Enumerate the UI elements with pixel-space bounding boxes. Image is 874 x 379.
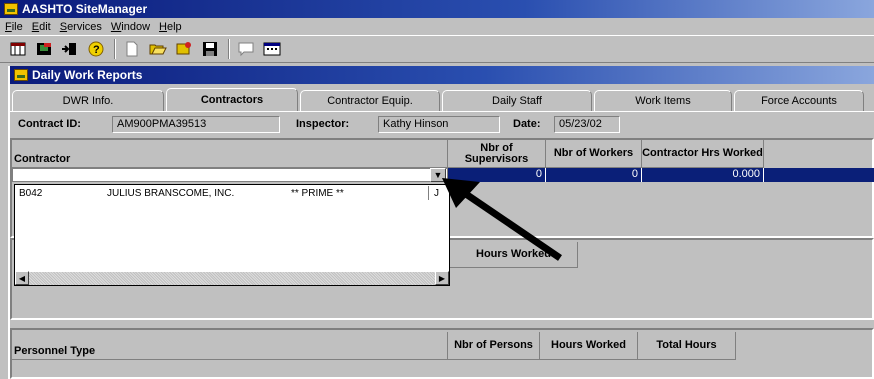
date-label: Date:: [513, 118, 541, 130]
col-header-nbr-persons[interactable]: Nbr of Persons: [448, 332, 540, 360]
menu-window[interactable]: Window: [108, 21, 156, 33]
contractor-code: B042: [19, 188, 43, 199]
grid-icon[interactable]: [6, 38, 30, 60]
tab-label: Force Accounts: [761, 95, 837, 107]
arrow-door-icon[interactable]: [58, 38, 82, 60]
svg-text:?: ?: [93, 44, 100, 56]
col-header-contractor[interactable]: Contractor: [12, 140, 448, 168]
inspector-label: Inspector:: [296, 118, 350, 130]
contractor-name: JULIUS BRANSCOME, INC.: [107, 188, 235, 199]
contractor-combo[interactable]: [12, 168, 448, 182]
col-header-contractor-hrs[interactable]: Contractor Hrs Worked: [642, 140, 764, 168]
help-icon[interactable]: ?: [84, 38, 108, 60]
tab-contractor-equip[interactable]: Contractor Equip.: [300, 90, 440, 111]
tab-label: Daily Staff: [492, 95, 542, 107]
menu-services[interactable]: Services: [57, 21, 108, 33]
toolbar-separator: [114, 39, 116, 59]
daily-work-reports-window: Daily Work Reports DWR Info. Contractors…: [8, 66, 874, 379]
menu-help[interactable]: Help: [156, 21, 188, 33]
tab-label: DWR Info.: [62, 95, 114, 107]
window-title: Daily Work Reports: [32, 68, 143, 82]
app-logo-icon: [4, 3, 18, 15]
window-logo-icon: [14, 69, 28, 81]
wizard-icon[interactable]: [172, 38, 196, 60]
column-divider: [428, 186, 429, 200]
col-header-hours-worked-personnel[interactable]: Hours Worked: [540, 332, 638, 360]
cell-contractor-hrs[interactable]: 0.000: [642, 168, 764, 182]
tab-work-items[interactable]: Work Items: [594, 90, 732, 111]
new-doc-icon[interactable]: [120, 38, 144, 60]
save-icon[interactable]: [198, 38, 222, 60]
scroll-right-icon[interactable]: ▶: [435, 271, 449, 285]
tab-baseline: [10, 111, 874, 112]
inspector-field: Kathy Hinson: [378, 116, 500, 133]
window-title-bar: Daily Work Reports: [10, 66, 874, 84]
tab-label: Contractors: [200, 94, 264, 106]
tab-force-accounts[interactable]: Force Accounts: [734, 90, 864, 111]
tab-label: Contractor Equip.: [327, 95, 413, 107]
annotation-arrow-icon: [442, 178, 562, 261]
date-field: 05/23/02: [554, 116, 620, 133]
scroll-left-icon[interactable]: ◀: [15, 271, 29, 285]
prime-flag: ** PRIME **: [291, 188, 344, 199]
personnel-grid: Personnel Type Nbr of Persons Hours Work…: [10, 328, 874, 379]
tab-daily-staff[interactable]: Daily Staff: [442, 90, 592, 111]
toolbar: ?: [0, 35, 874, 63]
tab-dwr-info[interactable]: DWR Info.: [12, 90, 164, 111]
open-folder-icon[interactable]: [146, 38, 170, 60]
contract-id-field: AM900PMA39513: [112, 116, 280, 133]
col-header-personnel-type[interactable]: Personnel Type: [12, 332, 448, 360]
flag-icon[interactable]: [32, 38, 56, 60]
list-item[interactable]: B042 JULIUS BRANSCOME, INC. ** PRIME ** …: [17, 186, 447, 201]
menu-file[interactable]: File: [2, 21, 29, 33]
contractor-dropdown-list: B042 JULIUS BRANSCOME, INC. ** PRIME ** …: [14, 184, 450, 286]
menu-bar: File Edit Services Window Help: [0, 18, 874, 35]
app-title-bar: AASHTO SiteManager: [0, 0, 874, 18]
app-title: AASHTO SiteManager: [22, 2, 148, 16]
col-header-total-hours[interactable]: Total Hours: [638, 332, 736, 360]
tab-strip: DWR Info. Contractors Contractor Equip. …: [12, 88, 866, 112]
tab-label: Work Items: [635, 95, 691, 107]
col-header-workers[interactable]: Nbr of Workers: [546, 140, 642, 168]
calendar-icon[interactable]: [260, 38, 284, 60]
tab-contractors[interactable]: Contractors: [166, 88, 298, 111]
contract-id-label: Contract ID:: [18, 118, 81, 130]
toolbar-separator: [228, 39, 230, 59]
col-header-supervisors[interactable]: Nbr of Supervisors: [448, 140, 546, 168]
horizontal-scrollbar[interactable]: [15, 271, 449, 285]
comment-icon[interactable]: [234, 38, 258, 60]
menu-edit[interactable]: Edit: [29, 21, 57, 33]
